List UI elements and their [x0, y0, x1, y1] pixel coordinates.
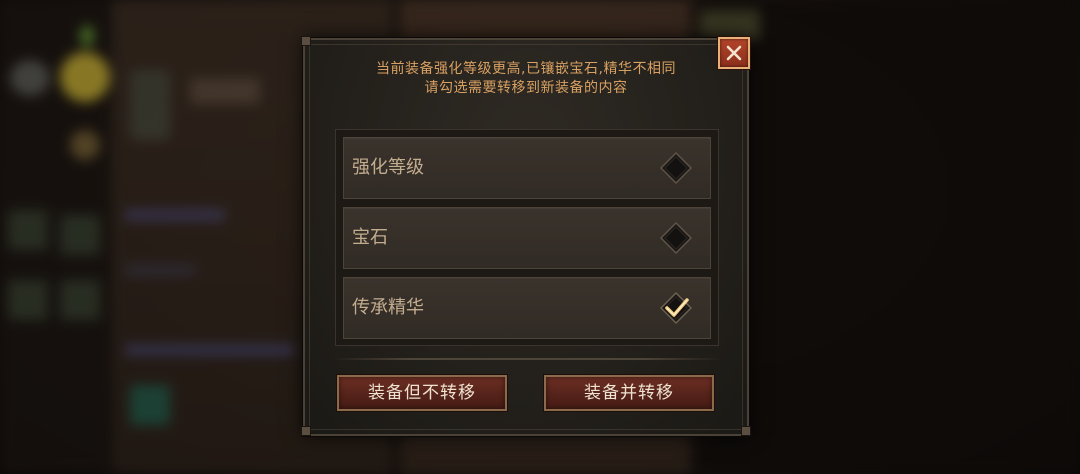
background-orb [80, 25, 94, 47]
option-row-inherit-essence[interactable]: 传承精华 [343, 277, 711, 339]
background-figure [130, 70, 170, 140]
message-line-1: 当前装备强化等级更高,已镶嵌宝石,精华不相同 [376, 61, 676, 77]
option-row-gem[interactable]: 宝石 [343, 207, 711, 269]
dialog-corner-ornament [741, 426, 751, 436]
dialog-message: 当前装备强化等级更高,已镶嵌宝石,精华不相同 请勾选需要转移到新装备的内容 [303, 60, 749, 98]
dialog-corner-ornament [301, 426, 311, 436]
dialog-corner-ornament [301, 36, 311, 46]
close-button[interactable] [718, 37, 750, 69]
message-line-2: 请勾选需要转移到新装备的内容 [424, 80, 628, 96]
option-label: 强化等级 [352, 157, 424, 178]
background-panel-right [700, 0, 1080, 474]
checkbox-unchecked[interactable] [659, 151, 693, 185]
option-label: 传承精华 [352, 297, 424, 318]
background-slot [8, 280, 48, 320]
background-slot [60, 215, 100, 255]
background-orb [10, 60, 50, 96]
check-mark-icon [659, 291, 693, 325]
close-icon [726, 45, 742, 61]
diamond-checkbox-icon [659, 151, 693, 185]
option-row-enhance-level[interactable]: 强化等级 [343, 137, 711, 199]
background-figure [190, 78, 260, 104]
diamond-checkbox-icon [659, 221, 693, 255]
background-slot [8, 210, 48, 250]
background-slot [60, 280, 100, 320]
background-bar [125, 345, 295, 355]
background-slot [130, 385, 170, 425]
equip-without-transfer-button[interactable]: 装备但不转移 [337, 375, 507, 411]
background-bar [125, 210, 225, 220]
background-orb [60, 52, 110, 102]
background-orb [70, 130, 100, 160]
background-bar [125, 265, 195, 275]
checkbox-checked[interactable] [659, 291, 693, 325]
equip-and-transfer-button[interactable]: 装备并转移 [544, 375, 714, 411]
game-scene: 当前装备强化等级更高,已镶嵌宝石,精华不相同 请勾选需要转移到新装备的内容 强化… [0, 0, 1080, 474]
option-label: 宝石 [352, 227, 388, 248]
background-figure [700, 10, 760, 40]
dialog-divider [333, 358, 721, 360]
checkbox-unchecked[interactable] [659, 221, 693, 255]
